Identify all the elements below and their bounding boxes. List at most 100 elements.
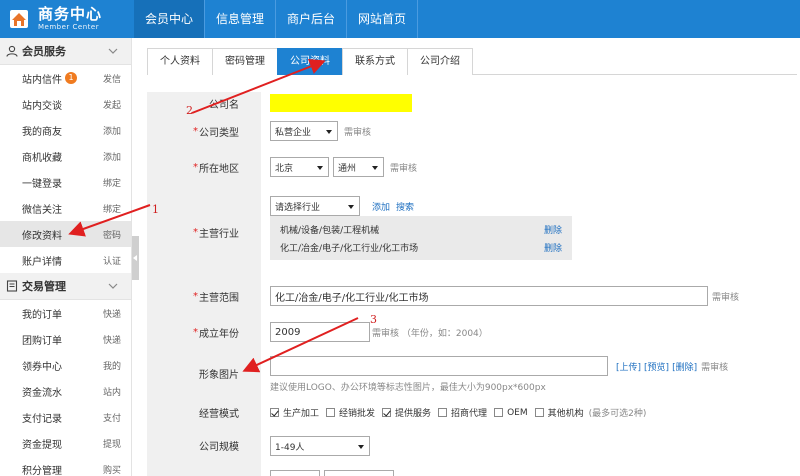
founded-year-input[interactable]: 2009 (270, 322, 370, 342)
chevron-down-icon[interactable] (107, 280, 119, 292)
annotation-number: 1 (152, 203, 159, 216)
sidebar-item-coupons[interactable]: 领券中心 我的 (0, 352, 131, 378)
sidebar-item-action[interactable]: 站内 (103, 385, 121, 398)
sidebar-item-friends[interactable]: 我的商友 添加 (0, 117, 131, 143)
checkbox[interactable] (326, 408, 336, 417)
logo-title: 商务中心 (38, 5, 103, 23)
sidebar-item-group-orders[interactable]: 团购订单 快递 (0, 326, 131, 352)
sidebar-item-favorites[interactable]: 商机收藏 添加 (0, 143, 131, 169)
row-image: 形象图片 [上传] [预览] [删除] 需审核 建议使用LOGO、办公环境等标志… (147, 350, 792, 396)
tab-password[interactable]: 密码管理 (212, 48, 278, 75)
company-name-field[interactable] (270, 94, 412, 112)
tab-company-info[interactable]: 公司资料 (277, 48, 343, 75)
delete-image-link[interactable]: [删除] (672, 360, 697, 373)
review-hint: 需审核 (344, 127, 372, 138)
logo[interactable]: 商务中心 Member Center (0, 0, 134, 38)
checkbox-checked[interactable] (270, 408, 279, 417)
sidebar-item-action[interactable]: 我的 (103, 359, 121, 372)
sidebar-item-quick-login[interactable]: 一键登录 绑定 (0, 169, 131, 195)
company-type-field: 私营企业 需审核 (270, 121, 371, 141)
sidebar-item-action[interactable]: 快递 (103, 333, 121, 346)
sidebar-item-payments[interactable]: 支付记录 支付 (0, 404, 131, 430)
mode-hint: (最多可选2种) (588, 409, 647, 419)
sidebar-item-action[interactable]: 快递 (103, 307, 121, 320)
city-select[interactable]: 通州 (333, 157, 384, 177)
checkbox[interactable] (494, 408, 504, 417)
sidebar-item-action[interactable]: 绑定 (103, 202, 121, 215)
company-name-redacted[interactable] (270, 94, 412, 112)
delete-industry-link[interactable]: 删除 (544, 223, 562, 236)
row-business-mode: 经营模式 生产加工 经销批发 提供服务 招商代理 OEM 其他机构 (最多可选2… (147, 396, 792, 428)
mode-option[interactable]: OEM (494, 408, 528, 418)
review-hint: 需审核 (390, 163, 418, 174)
sidebar-item-messages[interactable]: 站内信件 1 发信 (0, 65, 131, 91)
sidebar-item-action[interactable]: 绑定 (103, 176, 121, 189)
preview-image-link[interactable]: [预览] (644, 360, 669, 373)
main-content: 个人资料 密码管理 公司资料 联系方式 公司介绍 公司名 * 公司类型 私营企业 … (139, 38, 800, 476)
business-scope-input[interactable]: 化工/冶金/电子/化工行业/化工市场 (270, 286, 708, 306)
annotation-number: 3 (370, 313, 377, 326)
sidebar-item-label: 我的商友 (22, 126, 62, 138)
chevron-down-icon[interactable] (107, 45, 119, 57)
mode-option[interactable]: 经销批发 (326, 406, 375, 419)
document-icon (6, 280, 18, 292)
sidebar-item-chat[interactable]: 站内交谈 发起 (0, 91, 131, 117)
sidebar-item-action[interactable]: 密码 (103, 228, 121, 241)
sidebar-item-wechat[interactable]: 微信关注 绑定 (0, 195, 131, 221)
delete-industry-link[interactable]: 删除 (544, 241, 562, 254)
sidebar-item-funds-flow[interactable]: 资金流水 站内 (0, 378, 131, 404)
sidebar-item-action[interactable]: 发信 (103, 72, 121, 85)
checkbox-checked[interactable] (382, 408, 392, 417)
review-hint: 需审核 (701, 362, 729, 373)
sidebar-item-action[interactable]: 提现 (103, 437, 121, 450)
selected-industries: 机械/设备/包装/工程机械 删除 化工/冶金/电子/化工行业/化工市场 删除 (270, 216, 572, 260)
sidebar-item-account[interactable]: 账户详情 认证 (0, 247, 131, 273)
company-type-select[interactable]: 私营企业 (270, 121, 338, 141)
next-input[interactable] (270, 470, 320, 476)
sidebar-item-label: 领券中心 (22, 361, 62, 373)
add-industry-link[interactable]: 添加 (372, 200, 390, 213)
review-hint: 需审核 (712, 292, 740, 303)
tab-company-intro[interactable]: 公司介绍 (407, 48, 473, 75)
sidebar-item-action[interactable]: 添加 (103, 124, 121, 137)
nav-website-home[interactable]: 网站首页 (347, 0, 419, 38)
nav-merchant-backend[interactable]: 商户后台 (276, 0, 348, 38)
sidebar-item-action[interactable]: 支付 (103, 411, 121, 424)
sidebar-item-label: 商机收藏 (22, 152, 62, 164)
image-path-input[interactable] (270, 356, 608, 376)
mode-option[interactable]: 招商代理 (438, 406, 487, 419)
checkbox[interactable] (438, 408, 448, 417)
mode-option[interactable]: 提供服务 (382, 406, 431, 419)
nav-info-management[interactable]: 信息管理 (205, 0, 277, 38)
year-hint: 需审核 （年份，如：2004） (372, 328, 488, 339)
sidebar-item-points[interactable]: 积分管理 购买 (0, 456, 131, 476)
sidebar-item-action[interactable]: 发起 (103, 98, 121, 111)
next-input-2[interactable] (324, 470, 394, 476)
image-field: [上传] [预览] [删除] 需审核 (270, 356, 728, 376)
sidebar-item-action[interactable]: 认证 (103, 254, 121, 267)
province-select[interactable]: 北京 (270, 157, 329, 177)
sidebar-item-withdraw[interactable]: 资金提现 提现 (0, 430, 131, 456)
main-nav: 会员中心 信息管理 商户后台 网站首页 (134, 0, 419, 38)
company-size-select[interactable]: 1-49人 (270, 436, 370, 456)
search-industry-link[interactable]: 搜索 (396, 200, 414, 213)
sidebar-group-member-services[interactable]: 会员服务 (0, 38, 131, 65)
upload-image-link[interactable]: [上传] (616, 360, 641, 373)
mode-option[interactable]: 生产加工 (270, 406, 319, 419)
tab-personal-info[interactable]: 个人资料 (147, 48, 213, 75)
mode-option[interactable]: 其他机构 (534, 406, 584, 419)
sidebar-item-orders[interactable]: 我的订单 快递 (0, 300, 131, 326)
image-tip: 建议使用LOGO、办公环境等标志性图片，最佳大小为900px*600px (270, 383, 546, 393)
sidebar-item-action[interactable]: 购买 (103, 463, 121, 476)
sidebar-item-action[interactable]: 添加 (103, 150, 121, 163)
industry-select[interactable]: 请选择行业 (270, 196, 360, 216)
business-scope-label: * 主营范围 (147, 278, 261, 314)
row-business-scope: * 主营范围 化工/冶金/电子/化工行业/化工市场 需审核 (147, 278, 792, 314)
sidebar-collapse-handle[interactable] (132, 236, 139, 280)
sidebar-item-edit-profile[interactable]: 修改资料 密码 (0, 221, 131, 247)
tab-contact[interactable]: 联系方式 (342, 48, 408, 75)
checkbox[interactable] (534, 408, 544, 417)
sidebar-group-trade-management[interactable]: 交易管理 (0, 273, 131, 300)
nav-member-center[interactable]: 会员中心 (134, 0, 206, 38)
sidebar-item-label: 积分管理 (22, 465, 62, 476)
